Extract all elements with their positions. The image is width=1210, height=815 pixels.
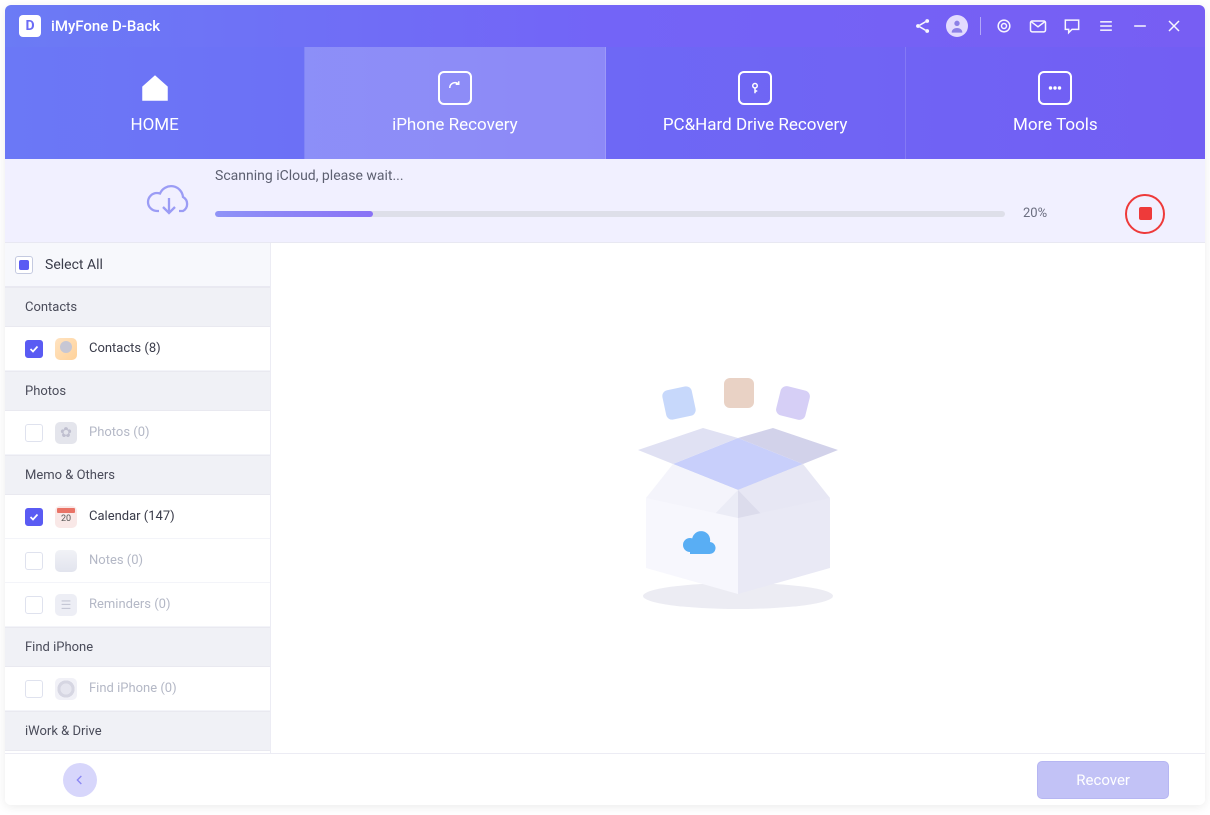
dots-icon <box>1038 71 1072 105</box>
findiphone-icon <box>55 678 77 700</box>
sidebar-item[interactable]: Photos (0) <box>5 411 270 455</box>
tab-home[interactable]: HOME <box>5 47 305 159</box>
open-box-illustration <box>608 378 868 618</box>
feedback-icon[interactable] <box>1055 5 1089 47</box>
main-preview-area <box>271 243 1205 753</box>
close-icon[interactable] <box>1157 5 1191 47</box>
sidebar-item[interactable]: Notes (0) <box>5 539 270 583</box>
back-button[interactable] <box>63 763 97 797</box>
key-icon <box>738 71 772 105</box>
app-title: iMyFone D-Back <box>51 17 160 35</box>
progress-status-text: Scanning iCloud, please wait... <box>215 168 1165 184</box>
contacts-icon <box>55 338 77 360</box>
cloud-download-icon <box>145 181 193 225</box>
menu-icon[interactable] <box>1089 5 1123 47</box>
select-all-checkbox[interactable] <box>15 256 33 274</box>
group-header: iWork & Drive <box>5 711 270 751</box>
refresh-device-icon <box>438 71 472 105</box>
sidebar-item[interactable]: Reminders (0) <box>5 583 270 627</box>
group-header: Contacts <box>5 287 270 327</box>
tab-iphone-label: iPhone Recovery <box>392 115 518 135</box>
item-label: Contacts (8) <box>89 341 161 356</box>
app-logo: D <box>19 15 41 37</box>
progress-percent: 20% <box>1023 206 1057 221</box>
item-label: Photos (0) <box>89 425 150 440</box>
tab-pc-recovery[interactable]: PC&Hard Drive Recovery <box>606 47 906 159</box>
minimize-icon[interactable] <box>1123 5 1157 47</box>
item-label: Notes (0) <box>89 553 143 568</box>
notes-icon <box>55 550 77 572</box>
item-checkbox[interactable] <box>25 508 43 526</box>
group-header: Photos <box>5 371 270 411</box>
tab-more-label: More Tools <box>1013 115 1098 135</box>
group-header: Find iPhone <box>5 627 270 667</box>
settings-icon[interactable] <box>987 5 1021 47</box>
tab-iphone-recovery[interactable]: iPhone Recovery <box>305 47 605 159</box>
recover-button[interactable]: Recover <box>1037 761 1169 799</box>
item-label: Calendar (147) <box>89 509 175 524</box>
item-label: Find iPhone (0) <box>89 681 177 696</box>
stop-button[interactable] <box>1125 194 1165 234</box>
share-icon[interactable] <box>906 5 940 47</box>
tab-pc-label: PC&Hard Drive Recovery <box>663 115 848 135</box>
item-checkbox[interactable] <box>25 424 43 442</box>
sidebar-item[interactable]: Calendar (147) <box>5 495 270 539</box>
photos-icon <box>55 422 77 444</box>
support-icon[interactable] <box>940 5 974 47</box>
progress-bar <box>215 211 1005 217</box>
reminders-icon <box>55 594 77 616</box>
item-label: Reminders (0) <box>89 597 171 612</box>
item-checkbox[interactable] <box>25 680 43 698</box>
sidebar-item[interactable]: Contacts (8) <box>5 327 270 371</box>
category-sidebar: Select All Contacts Contacts (8) Photos Pho… <box>5 243 271 753</box>
calendar-icon <box>55 506 77 528</box>
select-all-label: Select All <box>45 257 103 273</box>
item-checkbox[interactable] <box>25 340 43 358</box>
tab-more-tools[interactable]: More Tools <box>906 47 1205 159</box>
group-header: Memo & Others <box>5 455 270 495</box>
tab-home-label: HOME <box>130 115 178 135</box>
select-all-row[interactable]: Select All <box>5 243 270 287</box>
mail-icon[interactable] <box>1021 5 1055 47</box>
item-checkbox[interactable] <box>25 552 43 570</box>
item-checkbox[interactable] <box>25 596 43 614</box>
sidebar-item[interactable]: Find iPhone (0) <box>5 667 270 711</box>
stop-icon <box>1139 207 1152 220</box>
